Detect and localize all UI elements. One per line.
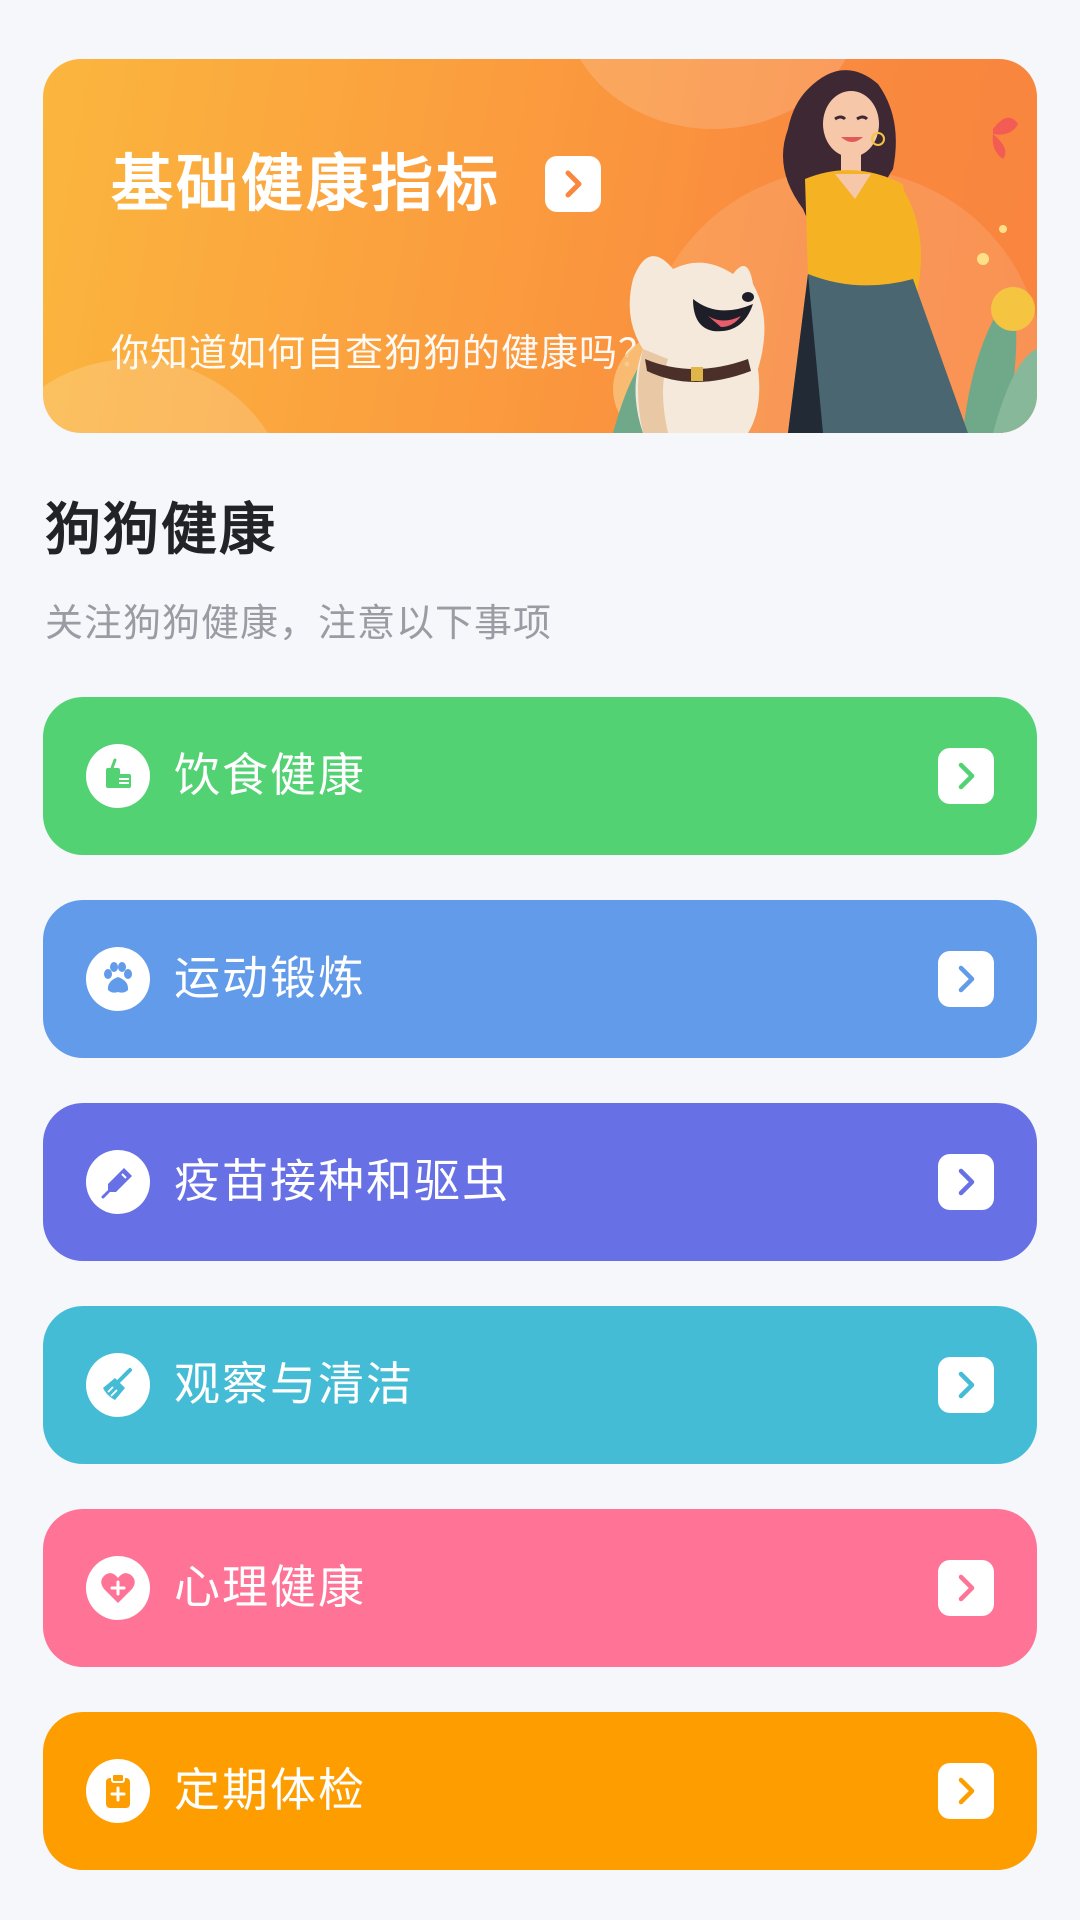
category-card-exercise[interactable]: 运动锻炼 [43, 900, 1037, 1058]
category-label: 运动锻炼 [174, 951, 366, 1005]
syringe-icon [86, 1150, 150, 1214]
category-card-diet[interactable]: 饮食健康 [43, 697, 1037, 855]
category-label: 饮食健康 [174, 748, 366, 802]
health-banner[interactable]: 基础健康指标 你知道如何自查狗狗的健康吗？ [43, 59, 1037, 433]
heart-plus-icon [86, 1556, 150, 1620]
category-label: 疫苗接种和驱虫 [174, 1154, 510, 1208]
chevron-right-icon[interactable] [938, 1763, 994, 1819]
section-title: 狗狗健康 [45, 498, 277, 563]
category-label: 定期体检 [174, 1763, 366, 1817]
broom-icon [86, 1353, 150, 1417]
chevron-right-icon[interactable] [938, 1357, 994, 1413]
paw-icon [86, 947, 150, 1011]
woman-with-dog-illustration [613, 70, 1037, 433]
food-icon [86, 744, 150, 808]
chevron-right-icon[interactable] [938, 1154, 994, 1210]
category-label: 心理健康 [174, 1560, 366, 1614]
category-card-vaccination[interactable]: 疫苗接种和驱虫 [43, 1103, 1037, 1261]
banner-title-row: 基础健康指标 [111, 147, 602, 220]
category-label: 观察与清洁 [174, 1357, 414, 1411]
category-card-checkup[interactable]: 定期体检 [43, 1712, 1037, 1870]
chevron-right-icon[interactable] [938, 1560, 994, 1616]
chevron-right-icon[interactable] [938, 748, 994, 804]
category-card-mental-health[interactable]: 心理健康 [43, 1509, 1037, 1667]
banner-title: 基础健康指标 [111, 147, 502, 220]
category-card-cleaning[interactable]: 观察与清洁 [43, 1306, 1037, 1464]
section-subtitle: 关注狗狗健康，注意以下事项 [45, 601, 553, 645]
clipboard-medical-icon [86, 1759, 150, 1823]
chevron-right-icon[interactable] [938, 951, 994, 1007]
health-category-list: 饮食健康 运动锻炼 疫苗接种和驱虫 观察与清洁 心理健康 定期体检 [43, 697, 1037, 1915]
